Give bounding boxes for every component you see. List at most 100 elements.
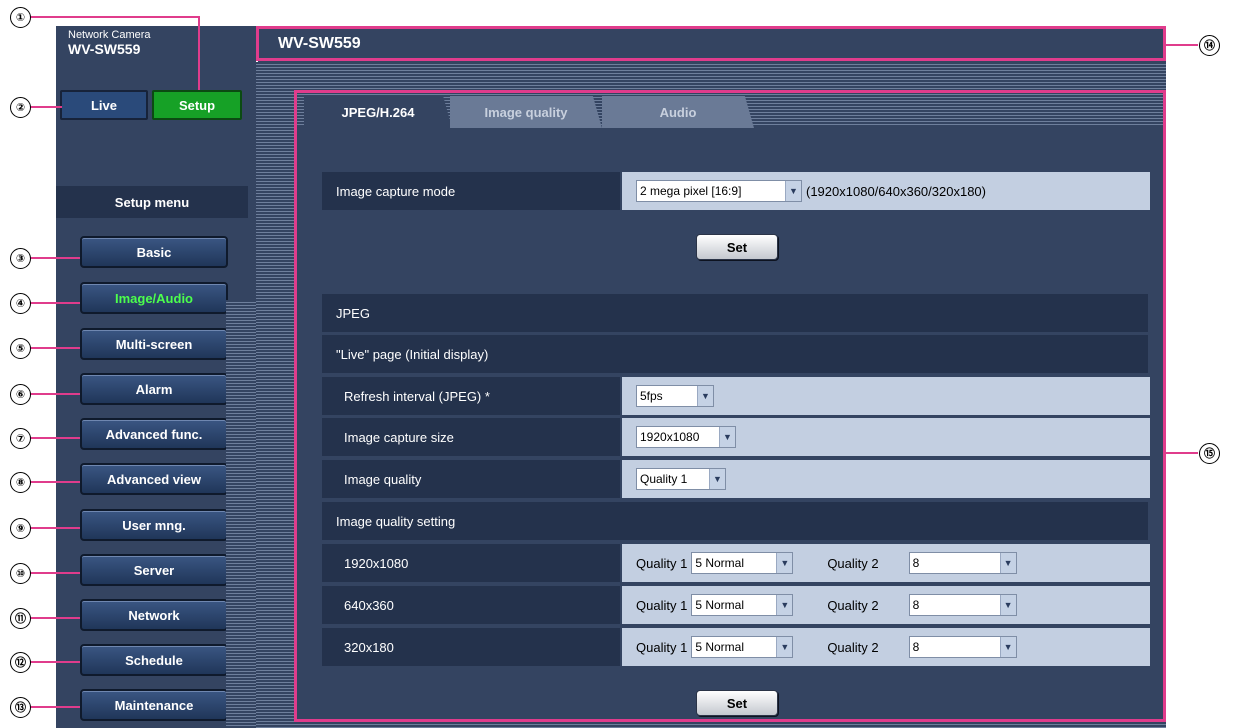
callout-marker-7: ⑦ <box>10 428 31 449</box>
quality1-select-1920[interactable]: 5 Normal ▼ <box>691 552 794 574</box>
chevron-down-icon: ▼ <box>697 386 713 406</box>
callout-marker-9: ⑨ <box>10 518 31 539</box>
quality2-value: 8 <box>912 556 920 570</box>
callout-line-15 <box>1166 452 1198 454</box>
capture-mode-cell: 2 mega pixel [16:9] ▼ (1920x1080/640x360… <box>622 172 1150 210</box>
capture-mode-value: 2 mega pixel [16:9] <box>640 184 742 198</box>
camera-model-label: WV-SW559 <box>68 41 141 57</box>
callout-line-3 <box>30 257 80 259</box>
sidebar-stripe-pattern <box>226 300 256 728</box>
menu-advanced-view-button[interactable]: Advanced view <box>80 463 228 495</box>
callout-line-6 <box>30 393 80 395</box>
menu-advanced-func-button[interactable]: Advanced func. <box>80 418 228 450</box>
capture-mode-note: (1920x1080/640x360/320x180) <box>806 183 986 199</box>
refresh-interval-cell: 5fps ▼ <box>622 377 1150 415</box>
setup-button[interactable]: Setup <box>152 90 242 120</box>
chevron-down-icon: ▼ <box>776 553 793 573</box>
quality1-value: 5 Normal <box>695 556 744 570</box>
callout-marker-10: ⑩ <box>10 563 31 584</box>
resolution-1920-cell: Quality 1 5 Normal ▼ Quality 2 8 ▼ <box>622 544 1150 582</box>
chevron-down-icon: ▼ <box>785 181 801 201</box>
menu-alarm-button[interactable]: Alarm <box>80 373 228 405</box>
image-quality-value: Quality 1 <box>640 472 688 486</box>
header-bar: WV-SW559 <box>258 26 1166 62</box>
quality1-label: Quality 1 <box>636 639 688 655</box>
image-quality-label: Image quality <box>322 460 620 498</box>
image-quality-select[interactable]: Quality 1 ▼ <box>636 468 726 490</box>
setup-menu-label: Setup menu <box>56 186 248 218</box>
menu-schedule-button[interactable]: Schedule <box>80 644 228 676</box>
callout-marker-15: ⑮ <box>1199 443 1220 464</box>
resolution-1920-label: 1920x1080 <box>322 544 620 582</box>
quality1-value: 5 Normal <box>695 598 744 612</box>
capture-mode-select[interactable]: 2 mega pixel [16:9] ▼ <box>636 180 802 202</box>
quality2-select-320[interactable]: 8 ▼ <box>908 636 1017 658</box>
camera-type-label: Network Camera <box>68 29 151 41</box>
callout-frame-header <box>256 26 1166 29</box>
menu-image-audio-button[interactable]: Image/Audio <box>80 282 228 314</box>
callout-frame-header <box>256 58 1166 61</box>
callout-line-5 <box>30 347 80 349</box>
capture-size-select[interactable]: 1920x1080 ▼ <box>636 426 736 448</box>
callout-line-13 <box>30 706 80 708</box>
tab-audio[interactable]: Audio <box>602 96 754 128</box>
quality-setting-header: Image quality setting <box>322 502 1148 540</box>
quality2-label: Quality 2 <box>827 555 879 571</box>
callout-line-10 <box>30 572 80 574</box>
quality2-select-1920[interactable]: 8 ▼ <box>908 552 1017 574</box>
capture-mode-label: Image capture mode <box>322 172 620 210</box>
chevron-down-icon: ▼ <box>776 595 793 615</box>
quality2-select-640[interactable]: 8 ▼ <box>908 594 1017 616</box>
callout-marker-6: ⑥ <box>10 384 31 405</box>
capture-size-value: 1920x1080 <box>640 430 700 444</box>
chevron-down-icon: ▼ <box>999 553 1016 573</box>
jpeg-section-header: JPEG <box>322 294 1148 332</box>
menu-network-button[interactable]: Network <box>80 599 228 631</box>
chevron-down-icon: ▼ <box>709 469 725 489</box>
capture-size-cell: 1920x1080 ▼ <box>622 418 1150 456</box>
callout-marker-3: ③ <box>10 248 31 269</box>
tab-jpeg-h264[interactable]: JPEG/H.264 <box>304 96 452 128</box>
camera-logo: Network Camera WV-SW559 <box>56 26 256 62</box>
menu-user-mng-button[interactable]: User mng. <box>80 509 228 541</box>
set-button-top[interactable]: Set <box>696 234 778 260</box>
callout-frame-header <box>256 26 259 61</box>
callout-line-14 <box>1166 44 1198 46</box>
menu-maintenance-button[interactable]: Maintenance <box>80 689 228 721</box>
callout-frame-main <box>294 90 297 722</box>
menu-server-button[interactable]: Server <box>80 554 228 586</box>
callout-line-1 <box>30 16 200 18</box>
callout-line-1 <box>198 16 200 90</box>
page-title: WV-SW559 <box>278 35 361 52</box>
resolution-640-label: 640x360 <box>322 586 620 624</box>
quality1-select-640[interactable]: 5 Normal ▼ <box>691 594 794 616</box>
callout-line-8 <box>30 481 80 483</box>
callout-line-7 <box>30 437 80 439</box>
quality1-value: 5 Normal <box>695 640 744 654</box>
quality2-label: Quality 2 <box>827 597 879 613</box>
callout-frame-main <box>1163 90 1166 722</box>
callout-marker-4: ④ <box>10 293 31 314</box>
refresh-interval-label: Refresh interval (JPEG) * <box>322 377 620 415</box>
callout-marker-14: ⑭ <box>1199 35 1220 56</box>
resolution-320-label: 320x180 <box>322 628 620 666</box>
callout-line-2 <box>30 106 62 108</box>
quality2-value: 8 <box>912 640 920 654</box>
tab-image-quality[interactable]: Image quality <box>450 96 602 128</box>
chevron-down-icon: ▼ <box>776 637 793 657</box>
callout-line-11 <box>30 617 80 619</box>
quality2-label: Quality 2 <box>827 639 879 655</box>
quality1-label: Quality 1 <box>636 597 688 613</box>
menu-multi-screen-button[interactable]: Multi-screen <box>80 328 228 360</box>
chevron-down-icon: ▼ <box>999 637 1016 657</box>
callout-line-9 <box>30 527 80 529</box>
set-button-bottom[interactable]: Set <box>696 690 778 716</box>
quality2-value: 8 <box>912 598 920 612</box>
quality1-select-320[interactable]: 5 Normal ▼ <box>691 636 794 658</box>
refresh-interval-select[interactable]: 5fps ▼ <box>636 385 714 407</box>
chevron-down-icon: ▼ <box>719 427 735 447</box>
live-button[interactable]: Live <box>60 90 148 120</box>
image-quality-cell: Quality 1 ▼ <box>622 460 1150 498</box>
menu-basic-button[interactable]: Basic <box>80 236 228 268</box>
main-panel: JPEG/H.264 Image quality Audio Image cap… <box>296 92 1166 722</box>
